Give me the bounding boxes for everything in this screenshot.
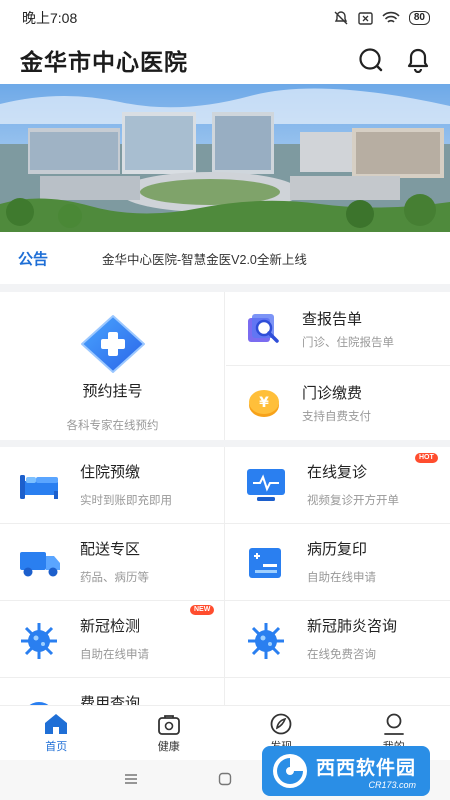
status-bar: 晚上7:08 80	[0, 0, 450, 36]
home-square-icon[interactable]	[218, 772, 232, 786]
service-inpatient-prepay[interactable]: 住院预缴 实时到账即充即用	[0, 447, 225, 524]
watermark-text: 西西软件园	[316, 757, 417, 779]
hospital-bed-icon	[20, 475, 58, 499]
yen-coin-icon: ¥	[249, 390, 279, 417]
service-covid-test[interactable]: 新冠检测 自助在线申请 NEW	[0, 601, 225, 678]
home-icon	[45, 713, 68, 734]
service-record-copy[interactable]: 病历复印 自助在线申请	[225, 524, 450, 601]
service-empty-slot	[225, 678, 450, 705]
virus-icon	[21, 623, 57, 659]
app-header: 金华市中心医院	[0, 36, 450, 84]
service-title: 配送专区	[80, 541, 141, 558]
mute-icon	[334, 11, 348, 25]
service-title: 在线复诊	[307, 464, 368, 481]
status-icons: 80	[333, 10, 430, 26]
service-title: 病历复印	[307, 541, 368, 558]
services-grid: 住院预缴 实时到账即充即用 在线复诊 视频复诊开方开单 HOT 配送专区 药品、…	[0, 447, 450, 705]
feature-block: 预约挂号 各科专家在线预约 查报告单 门诊、住院报告单 ¥ 门诊缴费 支持自费支…	[0, 292, 450, 440]
service-online-revisit[interactable]: 在线复诊 视频复诊开方开单 HOT	[225, 447, 450, 524]
service-covid-consult[interactable]: 新冠肺炎咨询 在线免费咨询	[225, 601, 450, 678]
watermark-emblem-icon	[273, 754, 307, 788]
tab-home[interactable]: 首页	[0, 706, 113, 760]
report-query-button[interactable]: 查报告单 门诊、住院报告单	[226, 292, 450, 366]
report-query-sub: 门诊、住院报告单	[302, 337, 394, 349]
new-badge: NEW	[190, 605, 215, 615]
watermark-logo: 西西软件园 CR173.com	[262, 746, 430, 796]
battery-indicator: 80	[408, 11, 430, 25]
service-title: 费用查询	[80, 695, 141, 705]
appointment-button[interactable]: 预约挂号 各科专家在线预约	[0, 292, 225, 440]
outpatient-pay-button[interactable]: ¥ 门诊缴费 支持自费支付	[226, 366, 450, 440]
service-title: 住院预缴	[80, 464, 141, 481]
record-copy-icon	[249, 548, 281, 578]
status-time: 晚上7:08	[22, 10, 78, 26]
truck-icon	[20, 552, 60, 577]
hot-badge: HOT	[415, 453, 438, 463]
report-query-label: 查报告单	[302, 311, 363, 328]
discover-icon	[270, 713, 292, 734]
tab-label: 首页	[45, 740, 68, 753]
hospital-banner-image[interactable]	[0, 84, 450, 232]
service-sub: 自助在线申请	[80, 649, 149, 661]
health-bag-icon	[157, 714, 180, 735]
bell-icon[interactable]	[406, 47, 430, 73]
service-delivery[interactable]: 配送专区 药品、病历等	[0, 524, 225, 601]
watermark-sub: CR173.com	[368, 779, 417, 790]
service-sub: 视频复诊开方开单	[307, 495, 399, 507]
service-fee-query[interactable]: 费用查询	[0, 678, 225, 705]
fee-icon	[29, 702, 49, 705]
service-sub: 药品、病历等	[80, 572, 149, 584]
page-title: 金华市中心医院	[20, 49, 188, 75]
menu-icon[interactable]	[124, 773, 138, 785]
outpatient-pay-sub: 支持自费支付	[302, 411, 371, 423]
notice-tag: 公告	[18, 250, 49, 268]
virus-icon	[248, 623, 284, 659]
system-nav-bar: 西西软件园 CR173.com	[0, 746, 450, 800]
appointment-sub: 各科专家在线预约	[66, 420, 159, 432]
service-sub: 自助在线申请	[307, 572, 376, 584]
outpatient-pay-label: 门诊缴费	[302, 385, 363, 402]
service-sub: 实时到账即充即用	[80, 495, 172, 507]
monitor-icon	[247, 469, 285, 501]
report-search-icon	[248, 314, 279, 343]
user-icon	[383, 713, 404, 735]
notice-text[interactable]: 金华中心医院-智慧金医V2.0全新上线	[102, 249, 307, 268]
tab-health[interactable]: 健康	[113, 706, 226, 760]
service-sub: 在线免费咨询	[307, 649, 376, 661]
service-title: 新冠检测	[80, 618, 141, 635]
notice-bar[interactable]: 公告 金华中心医院-智慧金医V2.0全新上线	[0, 232, 450, 284]
search-icon[interactable]	[358, 47, 384, 73]
appointment-label: 预约挂号	[82, 383, 143, 400]
sim-icon	[358, 11, 373, 25]
plus-diamond-icon	[81, 315, 145, 373]
wifi-icon	[382, 11, 400, 23]
tab-label: 健康	[157, 740, 180, 753]
svg-text:¥: ¥	[259, 395, 269, 411]
service-title: 新冠肺炎咨询	[307, 618, 398, 635]
